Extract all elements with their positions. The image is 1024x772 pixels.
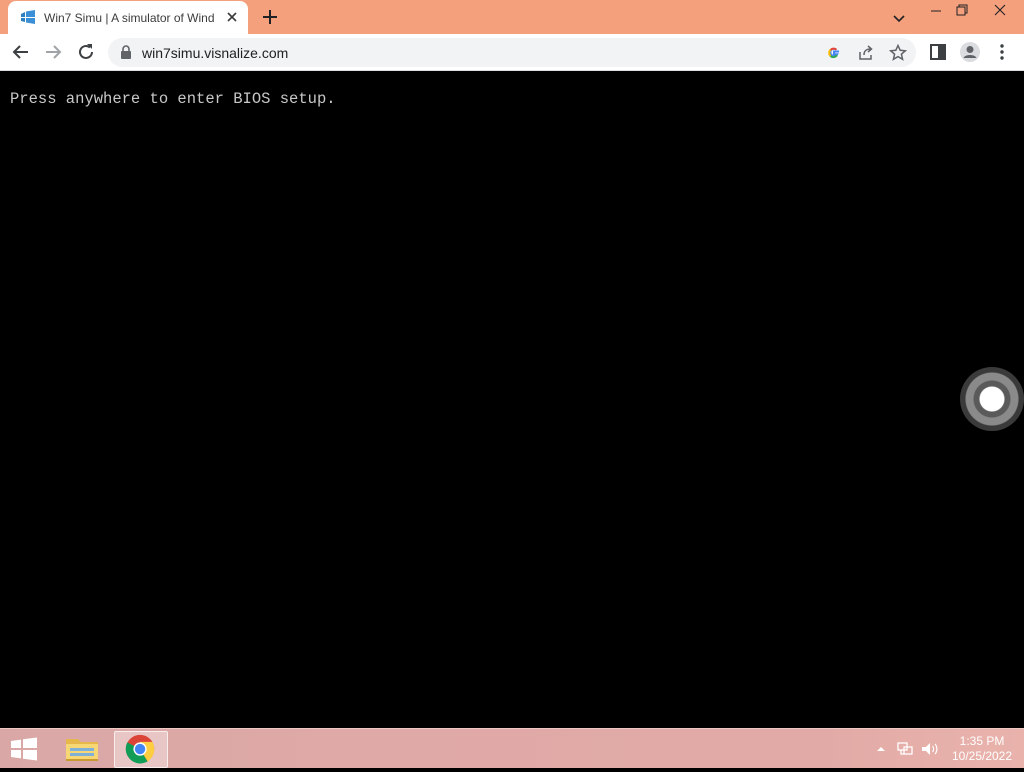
url-text[interactable]: win7simu.visnalize.com: [142, 45, 288, 61]
close-tab-icon[interactable]: [224, 9, 240, 25]
chrome-icon: [125, 734, 155, 764]
tab-title: Win7 Simu | A simulator of Wind: [44, 11, 215, 25]
new-tab-icon[interactable]: [260, 7, 280, 27]
more-menu-icon[interactable]: [990, 40, 1014, 64]
windows-start-icon[interactable]: [6, 734, 42, 764]
share-icon[interactable]: [856, 43, 876, 63]
network-icon[interactable]: [896, 740, 914, 758]
show-hidden-icons-icon[interactable]: [874, 743, 888, 755]
volume-icon[interactable]: [920, 740, 940, 758]
browser-tab[interactable]: Win7 Simu | A simulator of Wind: [8, 1, 248, 34]
close-window-icon[interactable]: [976, 0, 1024, 24]
lock-icon[interactable]: [120, 45, 132, 59]
tab-search-chevron-icon[interactable]: [889, 8, 909, 28]
profile-avatar-icon[interactable]: [958, 40, 982, 64]
clock-date: 10/25/2022: [951, 749, 1013, 763]
windows-taskbar: 1:35 PM 10/25/2022: [0, 728, 1024, 768]
file-explorer-icon[interactable]: [58, 731, 106, 767]
side-panel-icon[interactable]: [926, 40, 950, 64]
floating-assistive-button[interactable]: [960, 367, 1024, 431]
back-arrow-icon[interactable]: [9, 40, 33, 64]
google-lens-icon[interactable]: [824, 43, 844, 63]
taskbar-chrome-button[interactable]: [114, 731, 168, 768]
bios-boot-screen[interactable]: Press anywhere to enter BIOS setup.: [0, 71, 1024, 728]
restore-window-icon[interactable]: [948, 0, 976, 24]
bookmark-star-icon[interactable]: [888, 43, 908, 63]
browser-toolbar: win7simu.visnalize.com: [0, 34, 1024, 71]
bios-setup-prompt: Press anywhere to enter BIOS setup.: [10, 90, 336, 108]
taskbar-clock[interactable]: 1:35 PM 10/25/2022: [946, 734, 1018, 764]
forward-arrow-icon[interactable]: [41, 40, 65, 64]
win7simu-favicon-icon: [20, 10, 36, 24]
clock-time: 1:35 PM: [959, 734, 1005, 748]
reload-icon[interactable]: [74, 40, 98, 64]
browser-title-bar: Win7 Simu | A simulator of Wind: [0, 0, 1024, 34]
address-bar[interactable]: win7simu.visnalize.com: [108, 38, 916, 67]
